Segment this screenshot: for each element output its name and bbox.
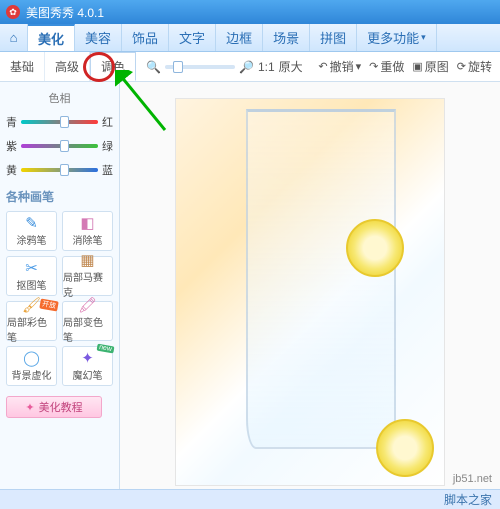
app-title: 美图秀秀 4.0.1 [26,4,104,21]
brush-header: 各种画笔 [6,188,113,205]
menu-accessories[interactable]: 饰品 [122,24,169,51]
brush-局部彩色笔[interactable]: 开放🖌局部彩色笔 [6,301,57,341]
undo-button[interactable]: ↶撤销▾ [318,58,361,75]
canvas-area [120,82,500,502]
footer: 脚本之家 [0,489,500,509]
brush-涂鸦笔[interactable]: ✎涂鸦笔 [6,211,57,251]
image-icon: ▣ [412,60,422,73]
redo-button[interactable]: ↷重做 [369,58,404,75]
brush-魔幻笔[interactable]: new✦魔幻笔 [62,346,113,386]
color-slider[interactable]: 黄蓝 [6,162,113,178]
undo-icon: ↶ [318,60,327,73]
brush-icon: ✂ [25,261,38,276]
brush-icon: ✦ [81,351,94,366]
subtab-advanced[interactable]: 高级 [45,52,90,81]
sub-toolbar: 基础 高级 调色 🔍 🔎 1:1 原大 ↶撤销▾ ↷重做 ▣原图 ⟳旋转 [0,52,500,82]
zoom-slider[interactable] [165,65,235,69]
footer-credit: 脚本之家 [444,491,492,508]
zoom-in-icon[interactable]: 🔎 [239,60,254,74]
brush-icon: ✎ [25,216,38,231]
brush-icon: ◧ [80,216,94,231]
zoom-controls: 🔍 🔎 1:1 原大 [146,58,303,75]
hue-label: 色相 [6,90,113,106]
menu-beauty[interactable]: 美容 [75,24,122,51]
main-menu: ⌂ 美化 美容 饰品 文字 边框 场景 拼图 更多功能 [0,24,500,52]
color-slider[interactable]: 青红 [6,114,113,130]
brush-icon: ▦ [80,253,94,268]
star-icon: ✦ [25,401,34,414]
title-bar: ✿ 美图秀秀 4.0.1 [0,0,500,24]
rotate-icon: ⟳ [457,60,466,73]
menu-frame[interactable]: 边框 [216,24,263,51]
original-button[interactable]: ▣原图 [412,58,448,75]
image-canvas[interactable] [175,98,445,486]
rotate-button[interactable]: ⟳旋转 [457,58,492,75]
menu-scene[interactable]: 场景 [263,24,310,51]
home-button[interactable]: ⌂ [0,24,28,51]
app-logo: ✿ [6,5,20,19]
color-slider[interactable]: 紫绿 [6,138,113,154]
menu-collage[interactable]: 拼图 [310,24,357,51]
brush-icon: 🖍 [78,298,97,313]
zoom-original[interactable]: 原大 [279,58,303,75]
brush-局部变色笔[interactable]: 🖍局部变色笔 [62,301,113,341]
brush-消除笔[interactable]: ◧消除笔 [62,211,113,251]
brush-抠图笔[interactable]: ✂抠图笔 [6,256,57,296]
redo-icon: ↷ [369,60,378,73]
sidebar: 色相 青红紫绿黄蓝 各种画笔 ✎涂鸦笔◧消除笔✂抠图笔▦局部马赛克开放🖌局部彩色… [0,82,120,502]
brush-icon: ◯ [23,351,40,366]
brush-icon: 🖌 [22,298,41,313]
menu-beautify[interactable]: 美化 [28,24,75,51]
brush-局部马赛克[interactable]: ▦局部马赛克 [62,256,113,296]
zoom-out-icon[interactable]: 🔍 [146,60,161,74]
tutorial-button[interactable]: ✦ 美化教程 [6,396,102,418]
subtab-basic[interactable]: 基础 [0,52,45,81]
subtab-color[interactable]: 调色 [90,52,136,81]
menu-more[interactable]: 更多功能 [357,24,437,51]
menu-text[interactable]: 文字 [169,24,216,51]
brush-背景虚化[interactable]: ◯背景虚化 [6,346,57,386]
zoom-ratio: 1:1 [258,60,275,74]
watermark: jb51.net [453,473,492,485]
